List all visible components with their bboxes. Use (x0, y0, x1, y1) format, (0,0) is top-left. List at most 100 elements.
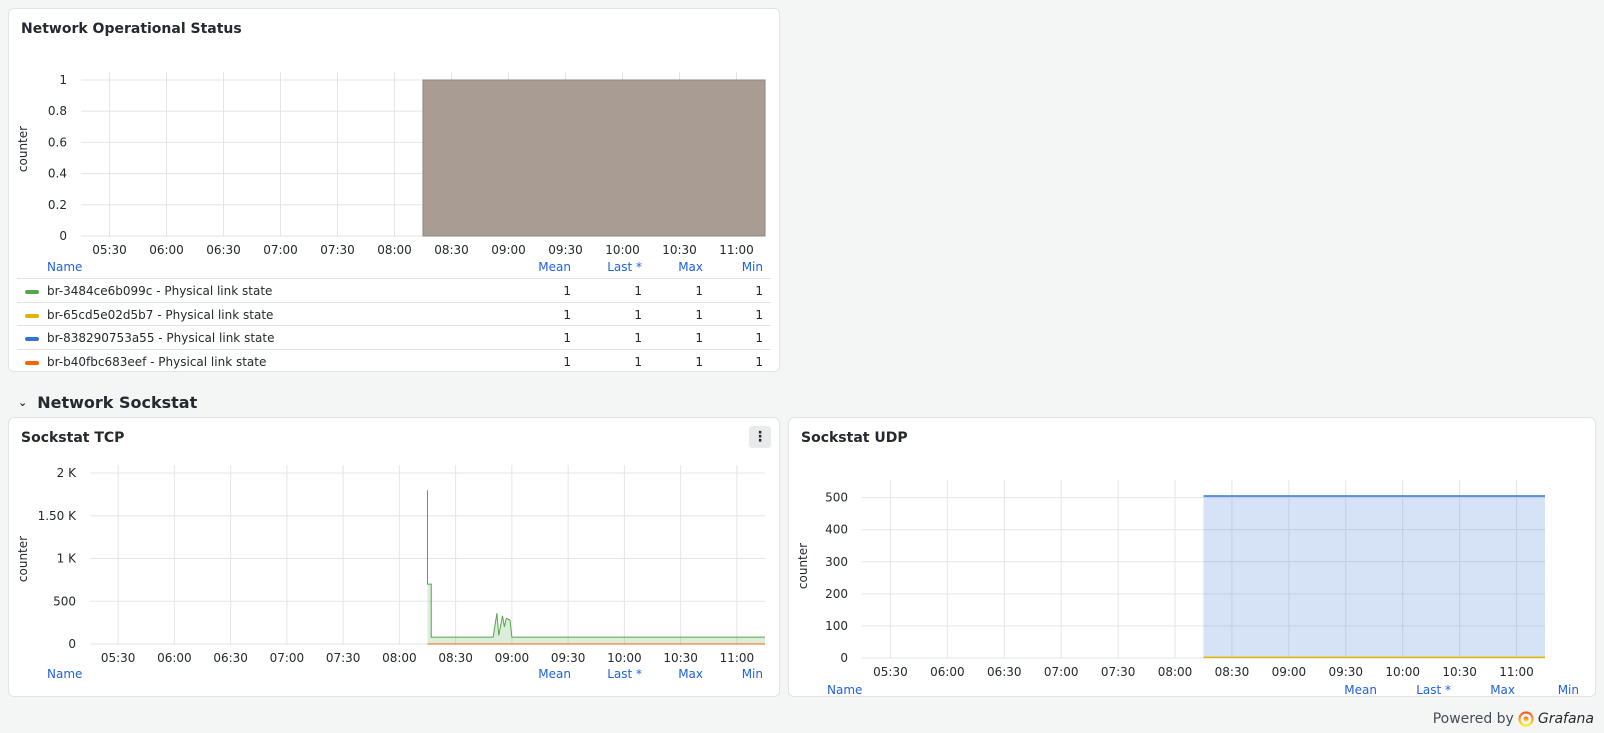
x-tick-label: 06:00 (157, 651, 192, 665)
legend-max: 1 (695, 307, 703, 322)
legend-col-max[interactable]: Max (678, 667, 703, 681)
footer: Powered by Grafana (1433, 711, 1594, 727)
legend-last: 1 (634, 354, 642, 369)
legend-last: 1 (634, 284, 642, 298)
legend-col-mean[interactable]: Mean (538, 260, 571, 274)
series-color-swatch (25, 313, 39, 318)
x-tick-label: 05:30 (92, 243, 127, 257)
x-tick-label: 09:00 (495, 651, 530, 665)
legend-row[interactable]: br-65cd5e02d5b7 - Physical link state 1 1 1… (17, 301, 771, 326)
legend-table: br-3484ce6b099c - Physical link state 1 1 1… (17, 278, 771, 372)
y-tick-label: 1 K (57, 552, 77, 566)
x-tick-label: 11:00 (720, 651, 755, 665)
legend-max: 1 (695, 331, 703, 345)
legend-col-min[interactable]: Min (742, 667, 763, 681)
tcp-chart[interactable]: 05:30 06:00 06:30 07:00 07:30 08:00 08:30 09:00… (9, 418, 780, 668)
x-tick-label: 09:00 (491, 243, 526, 257)
legend-min: 1 (755, 307, 763, 322)
legend-mean: 1 (563, 331, 571, 345)
legend-header: Name Mean Last * Max Min (17, 260, 771, 278)
chevron-down-icon[interactable]: ⌄ (18, 396, 27, 409)
x-tick-label: 08:00 (377, 243, 412, 257)
x-tick-label: 07:00 (270, 651, 305, 665)
legend-col-last[interactable]: Last * (1416, 683, 1451, 696)
x-tick-label: 11:00 (719, 243, 754, 257)
x-tick-label: 07:30 (320, 243, 355, 257)
x-tick-label: 06:30 (206, 243, 241, 257)
legend-row[interactable]: br-b40fbc683eef - Physical link state 1 1 1… (17, 348, 771, 372)
udp-chart[interactable]: 05:30 06:00 06:30 07:00 07:30 08:00 08:30 09:00… (789, 418, 1596, 683)
legend-col-min[interactable]: Min (742, 260, 763, 274)
legend-col-name[interactable]: Name (47, 667, 82, 681)
x-tick-label: 07:00 (263, 243, 298, 257)
legend-col-name[interactable]: Name (827, 683, 862, 696)
series-area (427, 490, 765, 644)
y-tick-label: 0.8 (48, 104, 67, 118)
legend-header: Name Mean Last * Max Min (17, 667, 771, 685)
grafana-brand[interactable]: Grafana (1538, 711, 1594, 727)
x-tick-label: 06:00 (930, 665, 965, 679)
legend-name: br-b40fbc683eef - Physical link state (47, 354, 267, 369)
legend-mean: 1 (563, 354, 571, 369)
legend-col-mean[interactable]: Mean (1344, 683, 1377, 696)
legend-header: Name Mean Last * Max Min (797, 683, 1587, 696)
series-color-swatch (25, 337, 39, 341)
series-color-swatch (25, 360, 39, 365)
legend-row[interactable]: br-838290753a55 - Physical link state 1 1 1… (17, 325, 771, 349)
x-tick-label: 06:30 (213, 651, 248, 665)
legend-col-last[interactable]: Last * (607, 260, 642, 274)
x-tick-label: 10:30 (1442, 665, 1477, 679)
legend-col-name[interactable]: Name (47, 260, 82, 274)
legend-col-mean[interactable]: Mean (538, 667, 571, 681)
panel-sockstat-tcp: Sockstat TCP ⋮ counter 05:30 06:00 06:30 07… (8, 417, 780, 697)
x-tick-label: 06:00 (149, 243, 184, 257)
y-tick-label: 300 (825, 555, 848, 569)
y-tick-label: 500 (825, 491, 848, 505)
x-tick-label: 09:30 (548, 243, 583, 257)
y-tick-label: 0 (840, 651, 848, 665)
x-tick-label: 11:00 (1499, 665, 1534, 679)
legend-name: br-838290753a55 - Physical link state (47, 331, 275, 345)
y-tick-label: 0 (68, 637, 76, 651)
y-tick-label: 400 (825, 523, 848, 537)
x-tick-label: 07:30 (326, 651, 361, 665)
y-tick-label: 0.4 (48, 167, 67, 181)
x-tick-label: 10:00 (607, 651, 642, 665)
legend-mean: 1 (563, 307, 571, 322)
series-area (1203, 496, 1545, 658)
legend-max: 1 (695, 284, 703, 298)
legend-last: 1 (634, 331, 642, 345)
legend-col-max[interactable]: Max (678, 260, 703, 274)
status-chart[interactable]: 05:30 06:00 06:30 07:00 07:30 08:00 08:30 09:00… (9, 9, 780, 269)
x-tick-label: 05:30 (873, 665, 908, 679)
legend-col-min[interactable]: Min (1558, 683, 1579, 696)
y-tick-label: 100 (825, 619, 848, 633)
x-tick-label: 08:30 (1215, 665, 1250, 679)
x-tick-label: 10:30 (663, 651, 698, 665)
legend-col-last[interactable]: Last * (607, 667, 642, 681)
y-tick-label: 0.6 (48, 135, 67, 149)
y-tick-label: 500 (53, 594, 76, 608)
x-tick-label: 07:00 (1044, 665, 1079, 679)
y-tick-label: 2 K (57, 466, 77, 480)
powered-by-text: Powered by (1432, 711, 1514, 727)
x-tick-label: 10:00 (605, 243, 640, 257)
panel-sockstat-udp: Sockstat UDP counter 05:30 06:00 06:30 07:0… (788, 417, 1596, 697)
x-tick-label: 09:30 (1328, 665, 1363, 679)
legend-name: br-3484ce6b099c - Physical link state (47, 284, 273, 298)
y-tick-label: 0.2 (48, 198, 67, 212)
legend-col-max[interactable]: Max (1490, 683, 1515, 696)
y-tick-label: 1.50 K (38, 509, 78, 523)
series-area (422, 79, 766, 237)
x-tick-label: 08:00 (382, 651, 417, 665)
section-header[interactable]: ⌄ Network Sockstat (18, 393, 197, 412)
legend-row[interactable]: br-3484ce6b099c - Physical link state 1 1 1… (17, 278, 771, 302)
x-tick-label: 10:30 (662, 243, 697, 257)
x-tick-label: 07:30 (1101, 665, 1136, 679)
x-tick-label: 09:30 (551, 651, 586, 665)
legend-name: br-65cd5e02d5b7 - Physical link state (47, 307, 274, 322)
legend-min: 1 (755, 284, 763, 298)
section-title: Network Sockstat (37, 393, 198, 412)
legend-last: 1 (634, 307, 642, 322)
legend-min: 1 (755, 331, 763, 345)
